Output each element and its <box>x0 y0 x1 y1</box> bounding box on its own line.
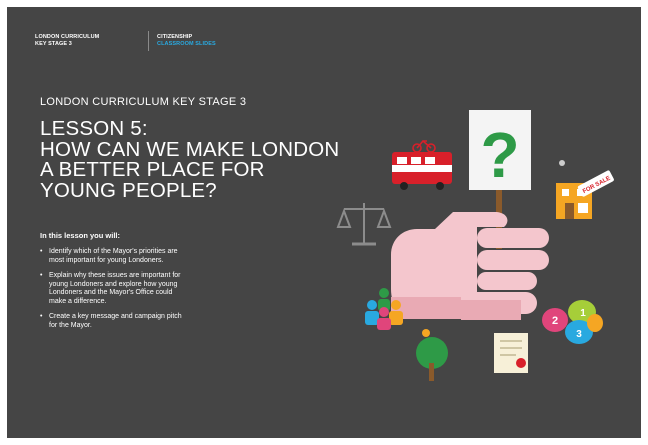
tree-icon <box>416 329 448 381</box>
bubble-number: 1 <box>580 308 586 319</box>
illustration: ? FOR SALE 2 1 3 <box>336 110 614 381</box>
hand-shadow <box>461 300 521 320</box>
speech-bubbles-icon: 2 1 3 <box>542 300 603 344</box>
bubble-number: 2 <box>552 315 558 327</box>
bus-icon <box>392 152 452 190</box>
sign-glyph: ? <box>480 119 519 191</box>
certificate-icon <box>494 333 528 373</box>
bicycle-icon <box>412 139 436 153</box>
lesson-slide: LONDON CURRICULUM KEY STAGE 3 CITIZENSHI… <box>7 7 641 438</box>
bubble-number: 3 <box>576 329 582 340</box>
house-for-sale-icon: FOR SALE <box>556 160 614 219</box>
scales-icon <box>336 203 392 246</box>
